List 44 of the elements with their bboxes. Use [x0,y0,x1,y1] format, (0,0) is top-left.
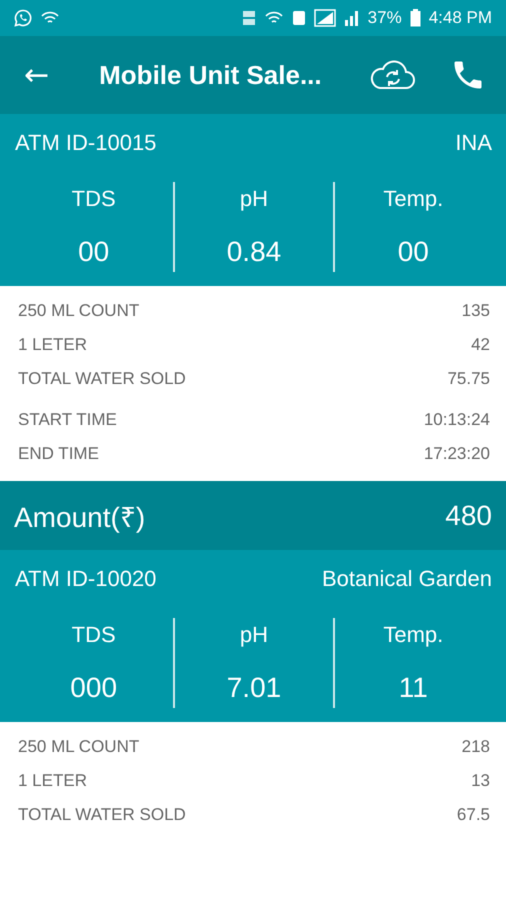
detail-label: 1 LETER [18,771,87,791]
metric-label: Temp. [383,186,444,212]
location-name: INA [455,130,492,156]
detail-value: 67.5 [456,805,490,825]
detail-label: TOTAL WATER SOLD [18,805,186,825]
metric-value: 7.01 [226,672,282,704]
metric-value: 0.84 [226,236,282,268]
amount-value: 480 [445,500,492,532]
sim-icon [292,10,306,26]
screen-title: Mobile Unit Sale... [99,60,323,90]
metric-label: TDS [72,186,116,212]
detail-label: TOTAL WATER SOLD [18,369,186,389]
amount-label: Amount(₹) [14,500,146,534]
metric-label: pH [240,186,268,212]
battery-percent: 37% [368,8,402,28]
detail-label: START TIME [18,410,117,430]
signal-icon [314,9,336,27]
location-name: Botanical Garden [322,566,492,592]
signal-icon [344,9,360,27]
detail-value: 218 [462,737,490,757]
detail-value: 135 [462,301,490,321]
metric-label: Temp. [383,622,444,648]
atm-id: ATM ID-10020 [15,566,156,592]
battery-icon [410,9,421,27]
detail-value: 17:23:20 [424,444,490,464]
metric-label: pH [240,622,268,648]
detail-label: 250 ML COUNT [18,737,140,757]
detail-label: END TIME [18,444,99,464]
metric-value: 00 [398,236,429,268]
detail-value: 42 [471,335,490,355]
detail-value: 10:13:24 [424,410,490,430]
atm-id: ATM ID-10015 [15,130,156,156]
detail-value: 75.75 [447,369,490,389]
back-button[interactable]: ← [24,58,50,92]
metric-value: 11 [398,672,428,704]
detail-label: 1 LETER [18,335,87,355]
detail-label: 250 ML COUNT [18,301,140,321]
metric-value: 000 [70,672,118,704]
metric-value: 00 [78,236,110,268]
chat-icon [14,9,32,27]
metric-label: TDS [72,622,116,648]
cloud-sync-icon[interactable] [368,60,416,90]
detail-value: 13 [471,771,490,791]
clock: 4:48 PM [428,8,492,28]
